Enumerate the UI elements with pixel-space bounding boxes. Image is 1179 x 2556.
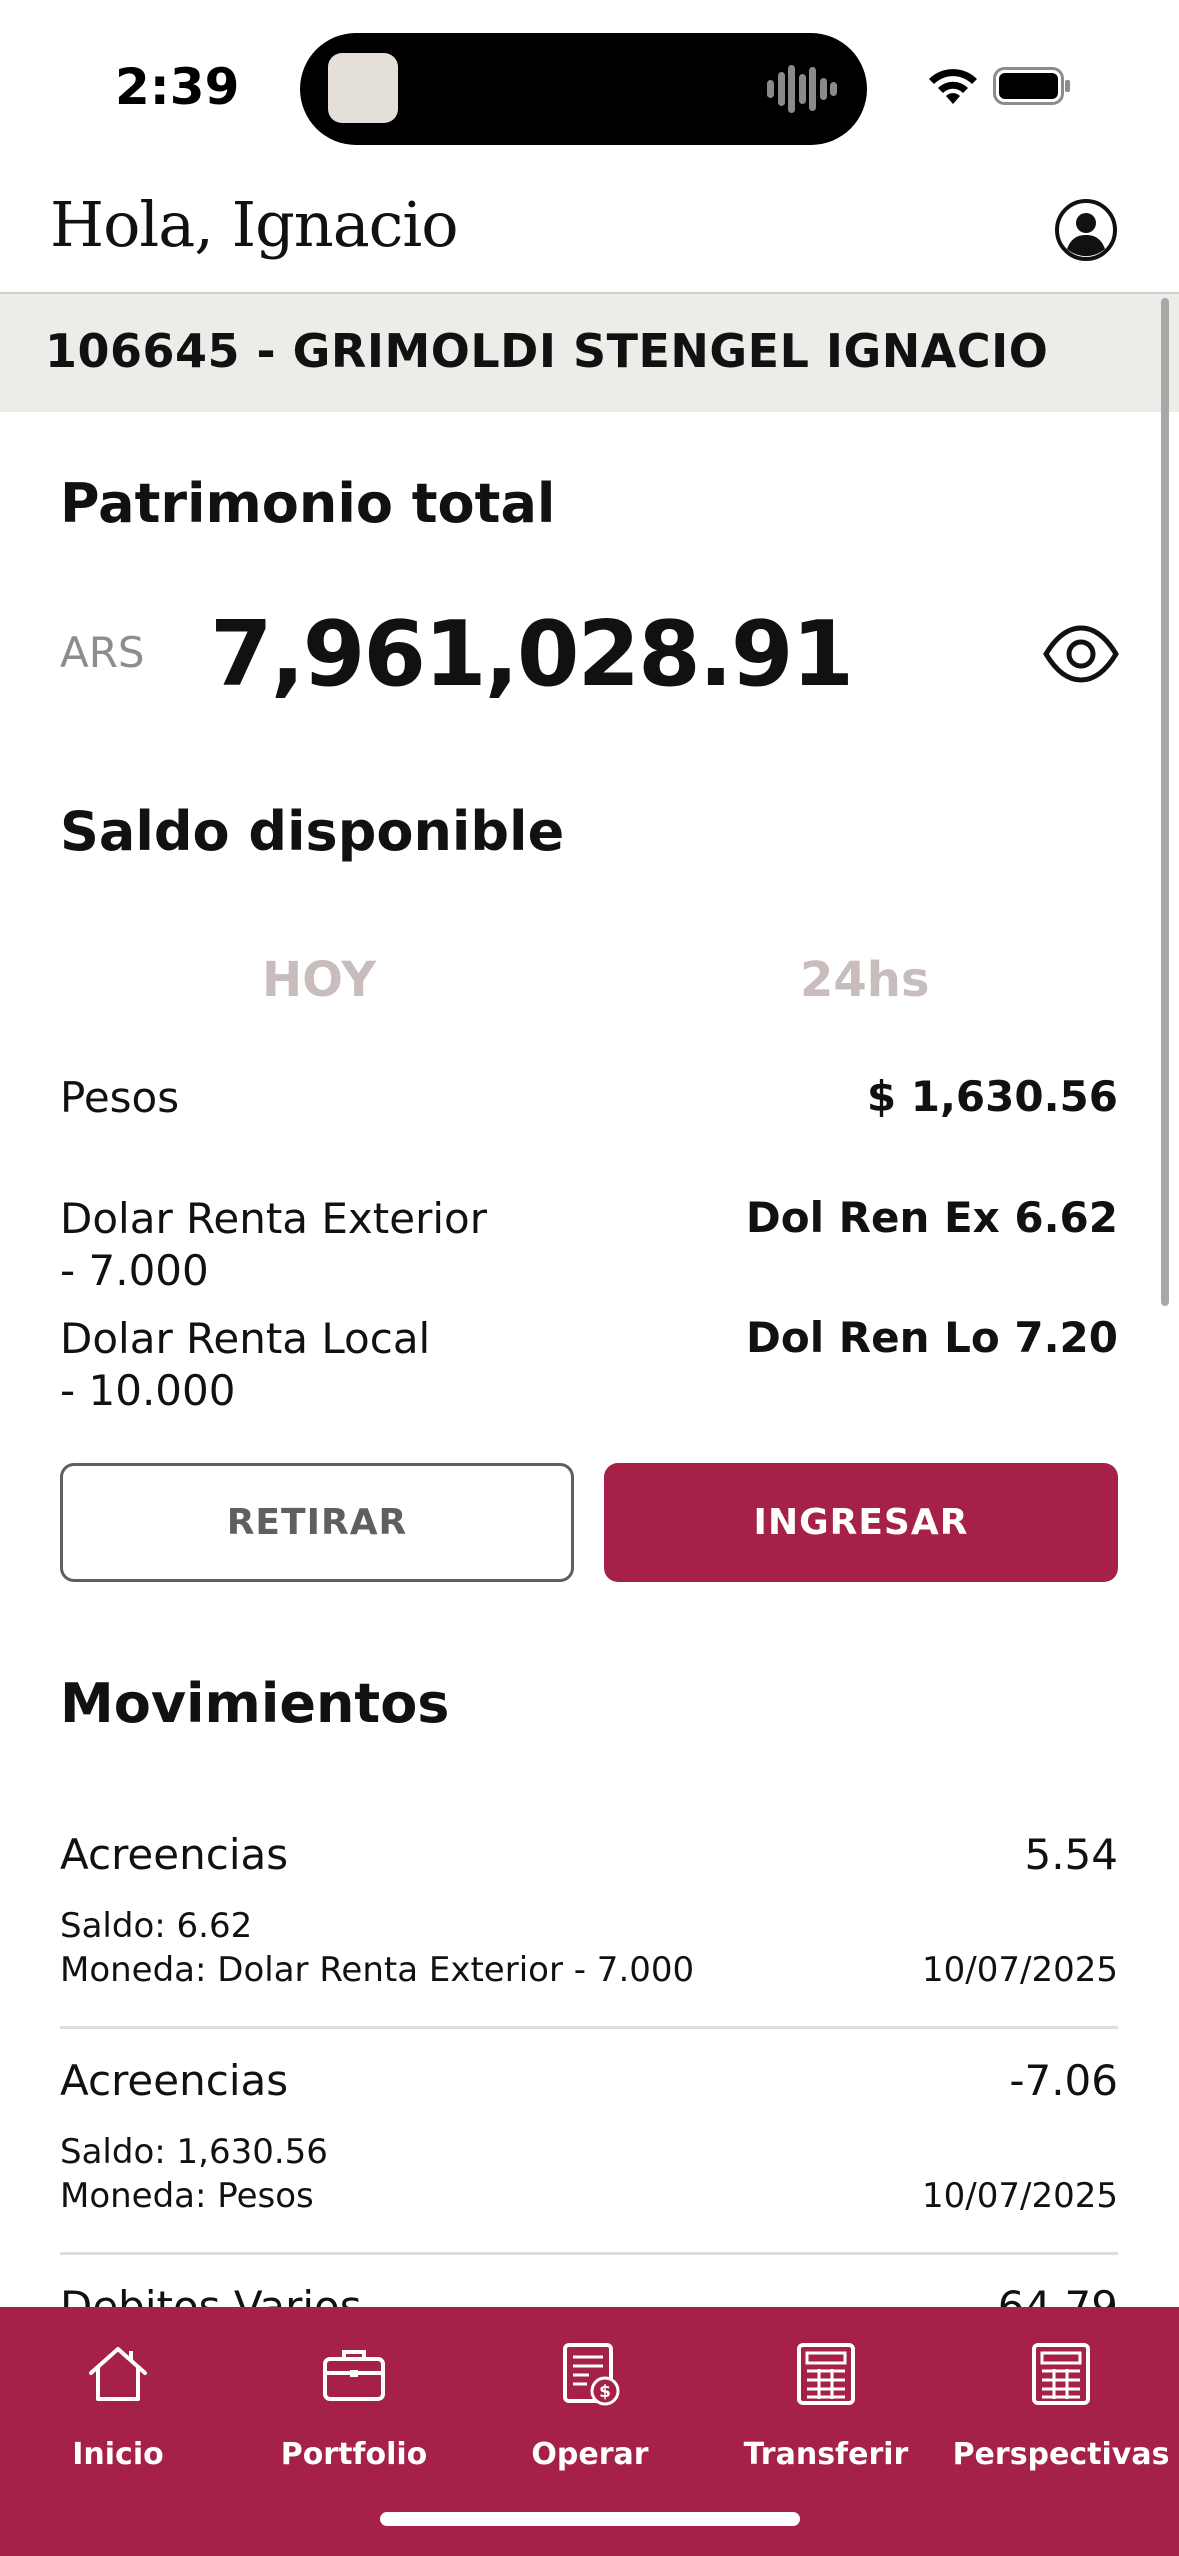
nav-label: Transferir [743,2437,909,2472]
scrollbar[interactable] [1161,298,1169,1306]
saldo-row-value: $ 1,630.56 [866,1072,1118,1121]
home-indicator[interactable] [380,2512,800,2526]
movement-title: Acreencias [60,1830,289,1879]
patrimonio-title: Patrimonio total [60,472,556,535]
briefcase-icon [323,2350,385,2401]
divider [60,2026,1118,2029]
nav-label: Portfolio [280,2437,428,2472]
status-time: 2:39 [115,58,240,116]
movement-moneda: Moneda: Dolar Renta Exterior - 7.000 [60,1950,695,1990]
greeting-title: Hola, Ignacio [50,188,459,261]
eye-icon[interactable] [1042,624,1120,684]
total-amount: 7,961,028.91 [210,602,854,707]
nav-item-perspectivas[interactable]: Perspectivas [943,2325,1179,2472]
operar-icon: $ [563,2343,620,2406]
audio-wave-icon [767,63,837,115]
movement-item[interactable]: Acreencias 5.54 Saldo: 6.62 Moneda: Dola… [60,1830,1118,2030]
svg-text:$: $ [599,2382,611,2402]
battery-icon [993,67,1070,105]
movement-saldo: Saldo: 6.62 [60,1906,253,1946]
movement-amount: -7.06 [1009,2056,1118,2105]
app-header: Hola, Ignacio [0,170,1179,294]
nav-item-transferir[interactable]: Transferir [708,2325,944,2472]
calculator-icon [1032,2343,1090,2405]
saldo-row-label: Dolar Renta Local - 10.000 [60,1314,431,1415]
movement-date: 10/07/2025 [922,2176,1118,2216]
movement-saldo: Saldo: 1,630.56 [60,2132,328,2172]
nav-item-operar[interactable]: $ Operar [472,2325,708,2472]
ingresar-button[interactable]: INGRESAR [604,1463,1118,1582]
nav-label: Operar [531,2437,649,2472]
movement-amount: 5.54 [1024,1830,1118,1879]
nav-item-inicio[interactable]: Inicio [0,2325,236,2472]
movement-title: Acreencias [60,2056,289,2105]
home-icon [89,2347,147,2401]
saldo-title: Saldo disponible [60,800,565,863]
tab-hoy[interactable]: HOY [262,952,376,1008]
saldo-row-label: Dolar Renta Exterior - 7.000 [60,1194,487,1295]
profile-icon[interactable] [1054,198,1118,262]
nav-item-portfolio[interactable]: Portfolio [236,2325,472,2472]
now-playing-thumbnail [328,53,398,123]
calculator-icon [797,2343,855,2405]
movement-moneda: Moneda: Pesos [60,2176,314,2216]
divider [60,2252,1118,2255]
movement-item[interactable]: Acreencias -7.06 Saldo: 1,630.56 Moneda:… [60,2056,1118,2256]
dynamic-island [300,33,867,145]
saldo-row-value: Dol Ren Lo 7.20 [746,1313,1118,1362]
status-bar: 2:39 [0,0,1179,170]
tab-24hs[interactable]: 24hs [800,952,930,1008]
movimientos-title: Movimientos [60,1672,450,1735]
nav-label: Inicio [72,2437,164,2472]
account-selector[interactable]: 106645 - GRIMOLDI STENGEL IGNACIO [0,294,1179,412]
nav-label: Perspectivas [952,2437,1170,2472]
retirar-button[interactable]: RETIRAR [60,1463,574,1582]
saldo-row-label: Pesos [60,1073,180,1122]
saldo-row-value: Dol Ren Ex 6.62 [745,1193,1118,1242]
currency-label: ARS [60,628,145,677]
account-name: 106645 - GRIMOLDI STENGEL IGNACIO [45,324,1049,378]
wifi-icon [929,69,977,104]
movement-date: 10/07/2025 [922,1950,1118,1990]
